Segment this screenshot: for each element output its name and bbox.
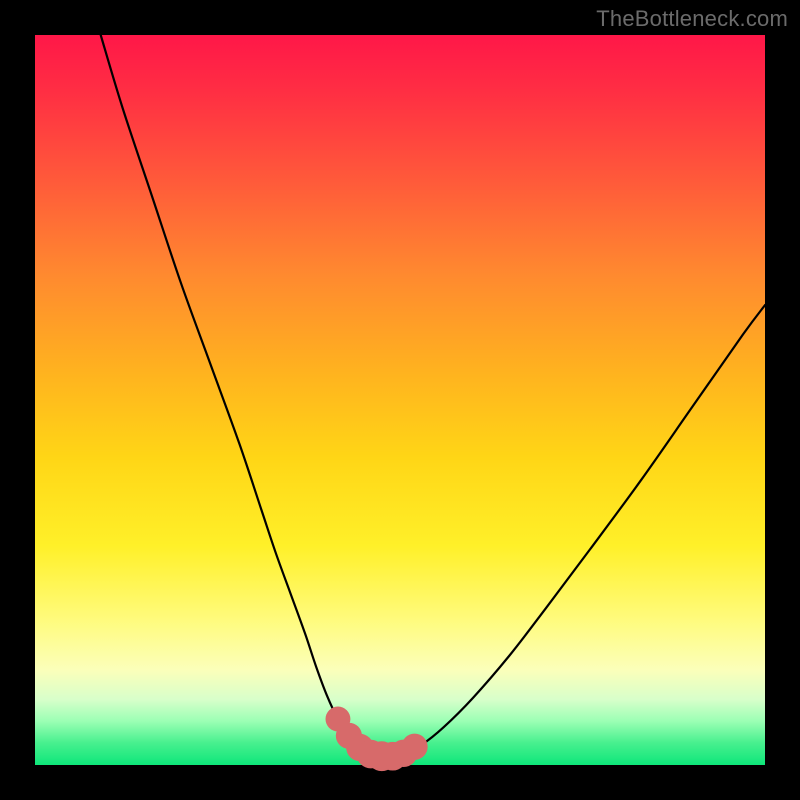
bottleneck-curve xyxy=(101,35,765,757)
watermark-text: TheBottleneck.com xyxy=(596,6,788,32)
highlight-markers xyxy=(326,707,428,772)
chart-svg xyxy=(35,35,765,765)
page-frame: TheBottleneck.com xyxy=(0,0,800,800)
chart-plot-area xyxy=(35,35,765,765)
highlight-dot xyxy=(402,734,428,760)
